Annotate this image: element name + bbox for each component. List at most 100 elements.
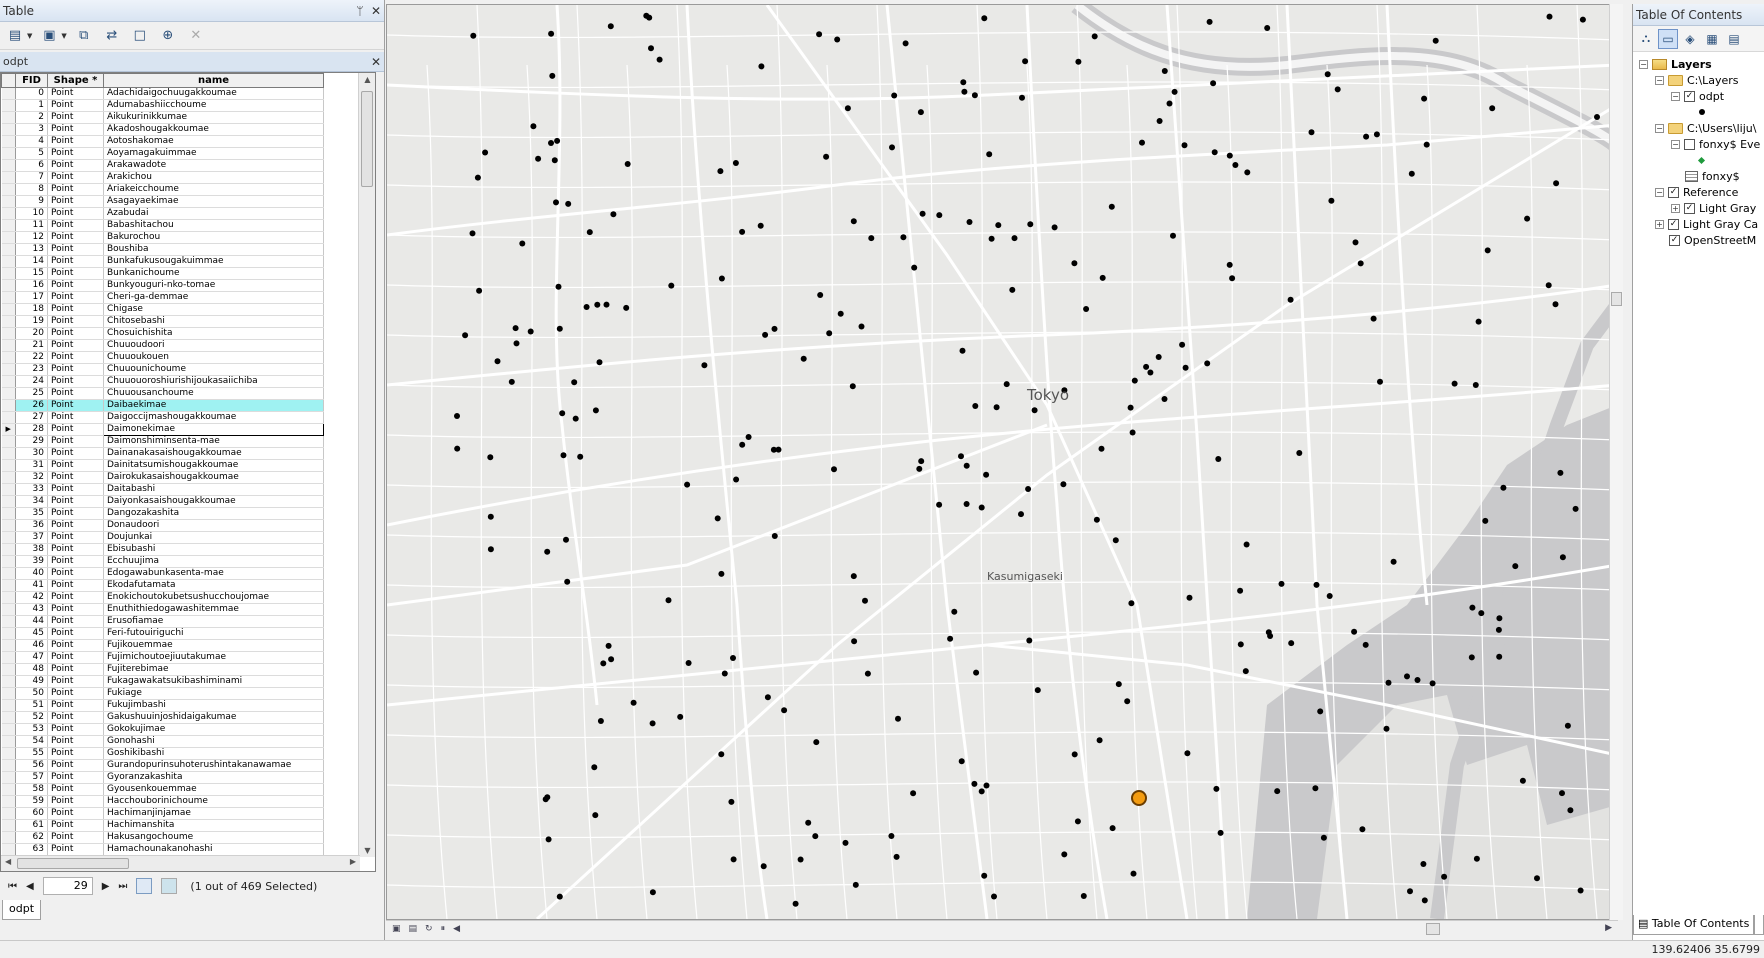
- scroll-thumb[interactable]: [17, 858, 129, 869]
- bus-stop-point[interactable]: [1552, 301, 1559, 308]
- table-row[interactable]: 57 Point Gyoranzakashita: [1, 771, 324, 784]
- bus-stop-point[interactable]: [936, 212, 943, 219]
- bus-stop-point[interactable]: [554, 137, 561, 144]
- row-selector[interactable]: [1, 543, 16, 556]
- row-selector[interactable]: ▶: [1, 423, 16, 436]
- list-by-source-icon[interactable]: ▭: [1658, 28, 1678, 49]
- row-selector[interactable]: [1, 231, 16, 244]
- bus-stop-point[interactable]: [981, 15, 988, 22]
- data-view-icon[interactable]: ▤: [409, 924, 418, 934]
- toc-layer-openstreetmap[interactable]: ✓ OpenStreetM: [1669, 232, 1756, 248]
- list-by-drawing-order-icon[interactable]: ⛬: [1636, 29, 1656, 49]
- bus-stop-point[interactable]: [1579, 16, 1586, 23]
- table-row[interactable]: 17 Point Cheri-ga-demmae: [1, 291, 324, 304]
- bus-stop-point[interactable]: [1109, 825, 1116, 832]
- table-row[interactable]: 45 Point Feri-futouiriguchi: [1, 627, 324, 640]
- bus-stop-point[interactable]: [1496, 615, 1503, 622]
- row-selector[interactable]: [1, 159, 16, 172]
- toc-group-reference[interactable]: − ✓ Reference: [1655, 184, 1738, 200]
- bus-stop-point[interactable]: [812, 833, 819, 840]
- table-row[interactable]: 46 Point Fujikouemmae: [1, 639, 324, 652]
- expand-icon[interactable]: +: [1655, 219, 1664, 229]
- pause-drawing-icon[interactable]: ⏸: [441, 924, 446, 934]
- bus-stop-point[interactable]: [549, 72, 556, 79]
- bus-stop-point[interactable]: [1451, 380, 1458, 387]
- show-all-records-button[interactable]: [136, 878, 153, 894]
- row-selector[interactable]: [1, 735, 16, 748]
- row-selector[interactable]: [1, 243, 16, 256]
- table-row[interactable]: 0 Point Adachidaigochuugakkoumae: [1, 87, 324, 100]
- bus-stop-point[interactable]: [530, 123, 537, 130]
- table-row[interactable]: 43 Point Enuthithiedogawashitemmae: [1, 603, 324, 616]
- bus-stop-point[interactable]: [764, 694, 771, 701]
- bus-stop-point[interactable]: [1429, 680, 1436, 687]
- bus-stop-point[interactable]: [469, 230, 476, 237]
- bus-stop-point[interactable]: [1500, 484, 1507, 491]
- bus-stop-point[interactable]: [900, 234, 907, 241]
- row-selector[interactable]: [1, 459, 16, 472]
- layer-visibility-checkbox[interactable]: ✓: [1684, 90, 1695, 102]
- bus-stop-point[interactable]: [553, 199, 559, 206]
- bus-stop-point[interactable]: [577, 453, 584, 460]
- bus-stop-point[interactable]: [1243, 541, 1250, 548]
- bus-stop-point[interactable]: [851, 638, 858, 645]
- row-selector[interactable]: [1, 123, 16, 136]
- bus-stop-point[interactable]: [548, 140, 554, 146]
- map-view[interactable]: Tokyo Kasumigaseki: [386, 4, 1618, 920]
- table-row[interactable]: 18 Point Chigase: [1, 303, 324, 316]
- bus-stop-point[interactable]: [1186, 594, 1193, 601]
- table-row[interactable]: 35 Point Dangozakashita: [1, 507, 324, 520]
- bus-stop-point[interactable]: [852, 881, 859, 888]
- row-selector[interactable]: [1, 627, 16, 640]
- bus-stop-point[interactable]: [1359, 826, 1366, 833]
- bus-stop-point[interactable]: [1051, 224, 1058, 231]
- bus-stop-point[interactable]: [648, 45, 654, 52]
- layer-visibility-checkbox[interactable]: ✓: [1684, 202, 1695, 214]
- row-selector[interactable]: [1, 267, 16, 280]
- bus-stop-point[interactable]: [1204, 360, 1211, 367]
- row-selector[interactable]: [1, 591, 16, 604]
- layer-visibility-checkbox[interactable]: ✓: [1668, 218, 1679, 230]
- bus-stop-point[interactable]: [1512, 563, 1519, 570]
- bus-stop-point[interactable]: [597, 718, 604, 724]
- switch-selection-icon[interactable]: ⇄: [101, 26, 123, 46]
- row-selector[interactable]: [1, 843, 16, 856]
- bus-stop-point[interactable]: [771, 325, 778, 332]
- bus-stop-point[interactable]: [960, 79, 967, 86]
- table-row[interactable]: 14 Point Bunkafukusougakuimmae: [1, 255, 324, 268]
- bus-stop-point[interactable]: [1155, 354, 1162, 360]
- table-row[interactable]: 33 Point Daitabashi: [1, 483, 324, 496]
- row-selector[interactable]: [1, 327, 16, 340]
- table-row[interactable]: 1 Point Adumabashiicchoume: [1, 99, 324, 112]
- bus-stop-point[interactable]: [1027, 221, 1034, 228]
- table-row[interactable]: 62 Point Hakusangochoume: [1, 831, 324, 844]
- bus-stop-point[interactable]: [603, 301, 610, 308]
- toc-layer-odpt[interactable]: − ✓ odpt: [1671, 88, 1724, 104]
- bus-stop-point[interactable]: [947, 635, 954, 642]
- row-selector[interactable]: [1, 639, 16, 652]
- clear-selection-icon[interactable]: □: [129, 26, 151, 46]
- row-selector[interactable]: [1, 351, 16, 364]
- table-row[interactable]: 39 Point Ecchuujima: [1, 555, 324, 568]
- bus-stop-point[interactable]: [605, 642, 612, 649]
- bus-stop-point[interactable]: [816, 31, 823, 38]
- bus-stop-point[interactable]: [623, 304, 630, 311]
- bus-stop-point[interactable]: [564, 578, 571, 585]
- bus-stop-point[interactable]: [551, 157, 558, 164]
- bus-stop-point[interactable]: [730, 655, 736, 661]
- bus-stop-point[interactable]: [1264, 25, 1271, 31]
- row-selector[interactable]: [1, 207, 16, 220]
- bus-stop-point[interactable]: [1383, 725, 1390, 732]
- current-record-input[interactable]: 29: [42, 877, 93, 895]
- table-row[interactable]: 13 Point Boushiba: [1, 243, 324, 256]
- bus-stop-point[interactable]: [862, 597, 868, 604]
- bus-stop-point[interactable]: [1074, 818, 1081, 825]
- bus-stop-point[interactable]: [721, 670, 728, 677]
- bus-stop-point[interactable]: [1127, 404, 1134, 411]
- bus-stop-point[interactable]: [513, 340, 520, 347]
- bus-stop-point[interactable]: [730, 856, 737, 863]
- bus-stop-point[interactable]: [596, 359, 603, 366]
- bus-stop-point[interactable]: [1313, 581, 1320, 588]
- bus-stop-point[interactable]: [718, 275, 725, 282]
- bus-stop-point[interactable]: [1441, 873, 1448, 880]
